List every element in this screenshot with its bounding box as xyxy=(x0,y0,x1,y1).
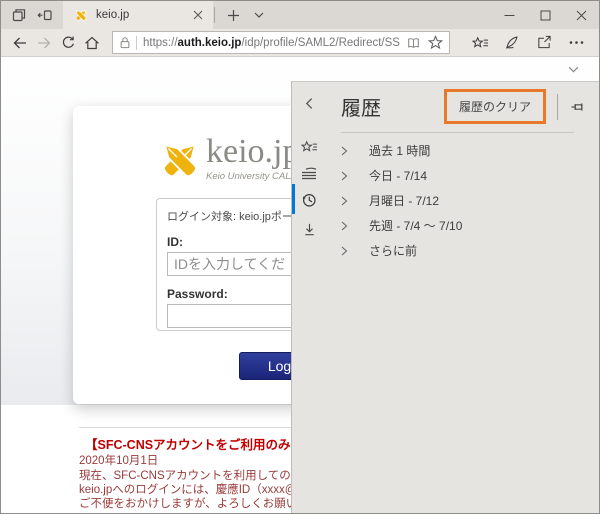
downloads-icon[interactable] xyxy=(300,221,318,239)
keio-favicon-icon xyxy=(74,8,88,22)
history-group-past-hour[interactable]: 過去 1 時間 xyxy=(325,138,600,163)
address-bar[interactable]: https://auth.keio.jp/idp/profile/SAML2/R… xyxy=(112,31,450,54)
minimize-icon[interactable] xyxy=(491,1,527,29)
tab-title: keio.jp xyxy=(96,9,190,21)
set-aside-tabs-icon[interactable] xyxy=(36,7,53,24)
forward-icon[interactable] xyxy=(32,31,56,55)
notice-heading: 【SFC-CNSアカウントをご利用のみなさ xyxy=(85,434,316,453)
web-note-pen-icon[interactable] xyxy=(496,31,528,55)
history-group-older[interactable]: さらに前 xyxy=(325,238,600,263)
url-host: auth.keio.jp xyxy=(178,37,242,49)
tab-list-chevron-icon[interactable] xyxy=(251,7,267,23)
url-text: https://auth.keio.jp/idp/profile/SAML2/R… xyxy=(143,37,400,49)
tab-bar: keio.jp xyxy=(1,1,599,29)
chevron-right-icon xyxy=(339,221,349,231)
favorites-icon[interactable] xyxy=(300,137,318,155)
clear-history-button[interactable]: 履歴のクリア xyxy=(447,92,543,121)
back-icon[interactable] xyxy=(8,31,32,55)
tab-preview-icon[interactable] xyxy=(10,7,27,24)
close-icon[interactable] xyxy=(563,1,599,29)
scroll-down-chevron-icon[interactable] xyxy=(564,60,582,78)
favorite-star-icon[interactable] xyxy=(426,35,444,51)
notice-date: 2020年10月1日 xyxy=(79,452,158,468)
history-group-monday[interactable]: 月曜日 - 7/12 xyxy=(325,188,600,213)
url-protocol: https:// xyxy=(143,37,178,49)
toolbar-right xyxy=(464,31,592,55)
lock-icon xyxy=(118,36,132,50)
chevron-right-icon xyxy=(339,146,349,156)
logo-title: keio.jp xyxy=(206,135,305,169)
chevron-right-icon xyxy=(339,246,349,256)
header-separator xyxy=(557,94,558,120)
tab-separator xyxy=(214,7,215,23)
reading-list-icon[interactable] xyxy=(300,165,318,183)
panel-title: 履歴 xyxy=(341,92,381,121)
history-icon[interactable] xyxy=(300,191,318,209)
annotation-highlight-box: 履歴のクリア xyxy=(444,89,546,124)
new-tab-icon[interactable] xyxy=(225,7,241,23)
browser-window: keio.jp xyxy=(0,0,600,514)
history-panel: 履歴 履歴のクリア xyxy=(291,81,600,514)
history-header: 履歴 履歴のクリア xyxy=(325,82,600,131)
hub-icon[interactable] xyxy=(464,31,496,55)
share-icon[interactable] xyxy=(528,31,560,55)
reading-view-icon[interactable] xyxy=(404,35,422,51)
history-group-today[interactable]: 今日 - 7/14 xyxy=(325,163,600,188)
tab-close-icon[interactable] xyxy=(190,8,205,23)
collapse-panel-chevron-icon[interactable] xyxy=(300,94,318,112)
logo-subtitle: Keio University CALAM xyxy=(206,171,305,182)
tab-keio[interactable]: keio.jp xyxy=(63,1,213,29)
history-panel-content: 履歴 履歴のクリア xyxy=(325,82,600,514)
history-group-last-week[interactable]: 先週 - 7/4 ～ 7/10 xyxy=(325,213,600,238)
chevron-right-icon xyxy=(339,196,349,206)
pin-panel-icon[interactable] xyxy=(569,98,587,116)
history-group-list: 過去 1 時間 今日 - 7/14 月曜日 - 7/12 xyxy=(325,133,600,263)
keio-logo: keio.jp Keio University CALAM xyxy=(158,135,305,183)
window-controls xyxy=(491,1,599,29)
navigation-bar: https://auth.keio.jp/idp/profile/SAML2/R… xyxy=(1,29,599,57)
active-tab-indicator xyxy=(292,184,295,214)
refresh-icon[interactable] xyxy=(56,31,80,55)
url-separator xyxy=(136,36,137,50)
url-path: /idp/profile/SAML2/Redirect/SSO? xyxy=(241,37,400,49)
maximize-icon[interactable] xyxy=(527,1,563,29)
keio-crossed-pens-icon xyxy=(158,135,202,183)
more-options-icon[interactable] xyxy=(560,31,592,55)
home-icon[interactable] xyxy=(80,31,104,55)
hub-icon-strip xyxy=(292,82,325,514)
chevron-right-icon xyxy=(339,171,349,181)
